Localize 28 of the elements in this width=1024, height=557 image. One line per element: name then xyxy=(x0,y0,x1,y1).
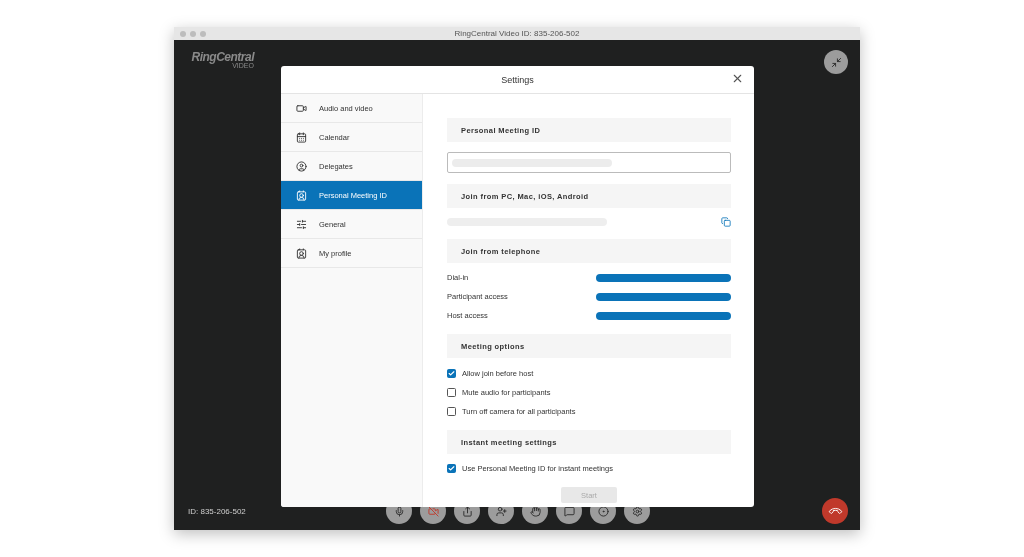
copy-icon[interactable] xyxy=(721,217,731,227)
microphone-icon xyxy=(393,505,405,517)
checkbox[interactable] xyxy=(447,407,456,416)
camera-off-icon xyxy=(427,505,439,517)
collapse-icon xyxy=(830,56,842,68)
chat-icon xyxy=(563,505,575,517)
close-icon[interactable] xyxy=(731,72,744,85)
window-title: RingCentral Video ID: 835-206-502 xyxy=(453,29,581,38)
sliders-icon xyxy=(296,218,307,230)
calendar-icon xyxy=(296,131,307,143)
checkbox[interactable] xyxy=(447,464,456,473)
add-person-icon xyxy=(495,505,507,517)
share-icon xyxy=(461,505,473,517)
person-icon xyxy=(296,160,307,172)
meeting-id-field[interactable] xyxy=(447,152,731,173)
settings-icon xyxy=(631,505,643,517)
hand-icon xyxy=(529,505,541,517)
video-camera-icon xyxy=(296,102,307,114)
checkbox[interactable] xyxy=(447,388,456,397)
dialog-title: Settings xyxy=(501,74,534,85)
meeting-id: ID: 835-206-502 xyxy=(188,506,247,516)
logo: RingCentral xyxy=(191,50,254,64)
profile-card-icon xyxy=(296,247,307,259)
id-card-icon xyxy=(296,189,307,201)
record-icon xyxy=(597,505,609,517)
end-call-button[interactable] xyxy=(822,498,848,524)
checkbox[interactable] xyxy=(447,369,456,378)
fullscreen-button[interactable] xyxy=(824,50,848,74)
